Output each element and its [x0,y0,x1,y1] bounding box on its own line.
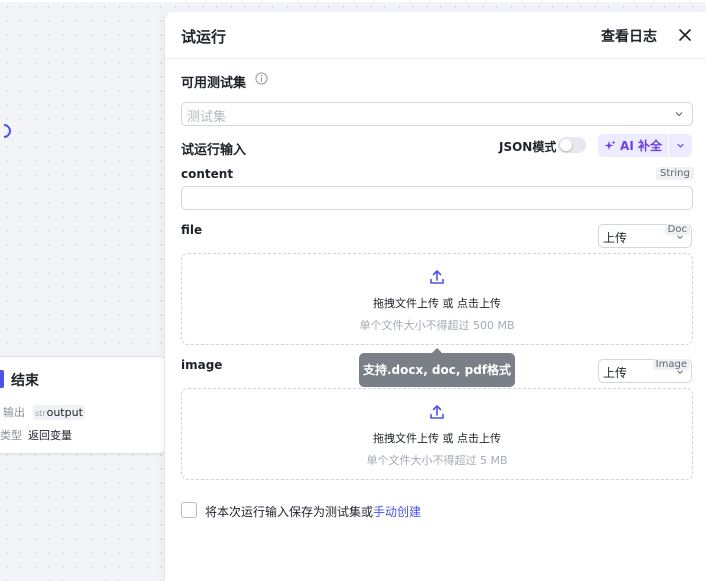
panel-header: 试运行 查看日志 [165,12,706,59]
test-set-select[interactable]: 测试集 [181,102,693,126]
close-icon[interactable] [675,25,695,45]
file-field-label: file [181,223,203,237]
end-node-type-row: 类型 返回变量 [0,427,72,443]
upload-icon [430,405,444,419]
json-mode-label: JSON模式 [499,140,557,154]
end-node[interactable]: 结束 输出 stroutput 类型 返回变量 [0,356,166,454]
image-mode-value: 上传 [603,366,628,380]
manual-create-link[interactable]: 手动创建 [373,505,421,519]
drop-text: 拖拽文件上传 [373,432,439,445]
return-type-value: 返回变量 [28,429,72,442]
format-tooltip: 支持.docx, doc, pdf格式 [359,348,515,387]
panel-title: 试运行 [181,28,227,46]
image-field-label: image [181,358,223,372]
test-set-label: 可用测试集 [181,76,247,91]
image-mode-select[interactable]: 上传 Image [598,359,692,383]
save-as-test-set-text: 将本次运行输入保存为测试集或手动创建 [205,503,421,520]
content-input[interactable] [181,186,693,210]
file-type-badge: Doc [664,224,690,235]
ai-complete-label: AI 补全 [620,139,662,153]
json-mode-toggle[interactable] [558,137,586,153]
output-type-tag: stroutput [33,404,85,420]
return-type-label: 类型 [0,429,22,442]
tooltip-text: 支持.docx, doc, pdf格式 [362,363,512,377]
file-dropzone[interactable]: 拖拽文件上传 或 点击上传 单个文件大小不得超过 500 MB [181,253,693,345]
content-type-badge: String [656,167,694,180]
save-as-test-set-checkbox[interactable] [181,502,197,518]
info-icon[interactable] [255,72,268,85]
end-node-title: 结束 [11,373,39,389]
drop-or: 或 [442,297,454,310]
image-drop-text: 拖拽文件上传 或 点击上传 [182,430,692,446]
drop-text: 拖拽文件上传 [373,297,439,310]
ai-complete-dropdown[interactable] [669,134,692,157]
connection-icon [0,121,14,141]
drop-or: 或 [442,432,454,445]
sparkle-icon [604,140,616,150]
chevron-down-icon [677,143,684,148]
output-label: 输出 [3,406,25,419]
run-input-label: 试运行输入 [181,143,247,158]
file-drop-text: 拖拽文件上传 或 点击上传 [182,295,692,311]
end-node-output-row: 输出 stroutput [3,404,85,420]
file-mode-value: 上传 [603,231,628,245]
toggle-knob [560,139,572,151]
save-text: 将本次运行输入保存为测试集或 [205,505,374,519]
output-type: str [35,408,46,418]
chevron-down-icon [675,112,683,117]
view-log-button[interactable]: 查看日志 [601,26,657,46]
click-upload-link[interactable]: 点击上传 [457,297,501,310]
image-size-hint: 单个文件大小不得超过 5 MB [366,454,508,467]
output-name: output [46,405,83,419]
tooltip-arrow [431,348,443,354]
test-run-panel: 试运行 查看日志 可用测试集 测试集 试运行输入 JSON模式 AI 补全 co… [164,12,706,581]
ai-complete-button[interactable]: AI 补全 [598,134,668,157]
click-upload-link[interactable]: 点击上传 [457,432,501,445]
file-mode-select[interactable]: 上传 Doc [598,224,692,248]
image-type-badge: Image [652,359,690,370]
end-node-accent [0,370,4,388]
file-size-hint: 单个文件大小不得超过 500 MB [359,319,515,332]
content-field-label: content [181,167,234,181]
upload-icon [430,270,444,284]
top-strip [0,0,706,2]
image-dropzone[interactable]: 拖拽文件上传 或 点击上传 单个文件大小不得超过 5 MB [181,388,693,480]
test-set-placeholder: 测试集 [187,110,227,125]
